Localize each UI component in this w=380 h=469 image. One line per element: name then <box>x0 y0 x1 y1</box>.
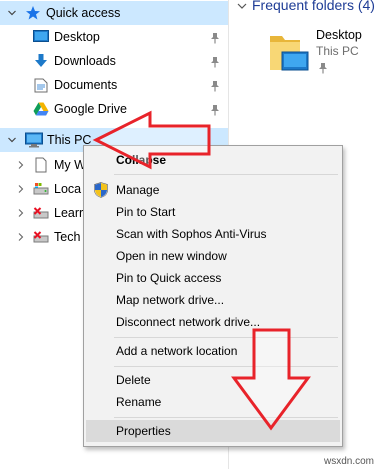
menu-separator <box>114 174 338 175</box>
uac-shield-icon <box>94 182 108 198</box>
nav-label-child-2: Loca <box>54 182 82 196</box>
nav-label-desktop: Desktop <box>54 30 100 44</box>
menu-label-pin-quick-access: Pin to Quick access <box>116 271 222 285</box>
google-drive-icon <box>33 101 49 117</box>
chevron-down-icon[interactable] <box>6 134 18 146</box>
chevron-down-icon[interactable] <box>236 0 248 11</box>
menu-item-map-network-drive[interactable]: Map network drive... <box>86 289 340 311</box>
chevron-right-icon[interactable] <box>15 183 27 195</box>
chevron-right-icon[interactable] <box>15 231 27 243</box>
nav-item-quick-access[interactable]: Quick access <box>0 1 228 25</box>
disconnected-drive-icon <box>33 205 49 221</box>
chevron-right-icon[interactable] <box>15 207 27 219</box>
disconnected-drive-icon <box>33 229 49 245</box>
local-disk-icon <box>33 181 49 197</box>
chevron-down-icon[interactable] <box>6 7 18 19</box>
menu-item-collapse[interactable]: Collapse <box>86 149 340 171</box>
menu-item-open-new-window[interactable]: Open in new window <box>86 245 340 267</box>
menu-separator <box>114 417 338 418</box>
menu-separator <box>114 366 338 367</box>
menu-item-rename[interactable]: Rename <box>86 391 340 413</box>
menu-item-disconnect-network-drive[interactable]: Disconnect network drive... <box>86 311 340 333</box>
menu-label-pin-to-start: Pin to Start <box>116 205 176 219</box>
nav-label-downloads: Downloads <box>54 54 116 68</box>
menu-label-open-new-window: Open in new window <box>116 249 227 263</box>
context-menu: Collapse Manage Pin to Start Scan with S… <box>83 145 343 447</box>
menu-item-add-network-location[interactable]: Add a network location <box>86 340 340 362</box>
nav-item-desktop[interactable]: Desktop <box>0 25 228 49</box>
menu-item-pin-quick-access[interactable]: Pin to Quick access <box>86 267 340 289</box>
pin-icon <box>210 56 220 68</box>
menu-item-scan-sophos[interactable]: Scan with Sophos Anti-Virus <box>86 223 340 245</box>
menu-label-disconnect-network-drive: Disconnect network drive... <box>116 315 261 329</box>
nav-label-child-3: Learr <box>54 206 84 220</box>
menu-label-manage: Manage <box>116 183 160 197</box>
menu-label-delete: Delete <box>116 373 151 387</box>
nav-label-google-drive: Google Drive <box>54 102 127 116</box>
folder-location: This PC <box>316 44 359 58</box>
nav-label-documents: Documents <box>54 78 118 92</box>
nav-item-documents[interactable]: Documents <box>0 73 228 97</box>
pin-icon <box>210 32 220 44</box>
menu-item-delete[interactable]: Delete <box>86 369 340 391</box>
folder-name: Desktop <box>316 28 362 42</box>
menu-label-add-network-location: Add a network location <box>116 344 238 358</box>
chevron-right-icon[interactable] <box>15 159 27 171</box>
nav-item-google-drive[interactable]: Google Drive <box>0 97 228 121</box>
nav-label-child-4: Tech <box>54 230 81 244</box>
documents-icon <box>33 77 49 93</box>
nav-item-downloads[interactable]: Downloads <box>0 49 228 73</box>
star-icon <box>25 5 41 21</box>
pin-icon <box>210 80 220 92</box>
nav-label-quick-access: Quick access <box>46 6 121 20</box>
menu-separator <box>114 337 338 338</box>
group-header-frequent-folders[interactable]: Frequent folders (4) <box>236 0 375 13</box>
menu-item-properties[interactable]: Properties <box>86 420 340 442</box>
folder-tile-desktop[interactable]: Desktop This PC <box>268 24 380 80</box>
group-header-label: Frequent folders (4) <box>252 0 375 13</box>
nav-label-child-1: My W <box>54 158 86 172</box>
menu-label-properties: Properties <box>116 424 171 438</box>
document-icon <box>33 157 49 173</box>
desktop-folder-icon <box>268 30 310 74</box>
desktop-icon <box>33 29 49 45</box>
watermark: wsxdn.com <box>323 456 374 467</box>
pin-icon <box>210 104 220 116</box>
menu-item-pin-to-start[interactable]: Pin to Start <box>86 201 340 223</box>
download-arrow-icon <box>33 53 49 69</box>
computer-icon <box>25 132 43 148</box>
menu-label-collapse: Collapse <box>116 153 167 167</box>
menu-item-manage[interactable]: Manage <box>86 179 340 201</box>
menu-label-scan-sophos: Scan with Sophos Anti-Virus <box>116 227 267 241</box>
pin-icon <box>318 62 328 74</box>
menu-label-map-network-drive: Map network drive... <box>116 293 225 307</box>
menu-label-rename: Rename <box>116 395 162 409</box>
